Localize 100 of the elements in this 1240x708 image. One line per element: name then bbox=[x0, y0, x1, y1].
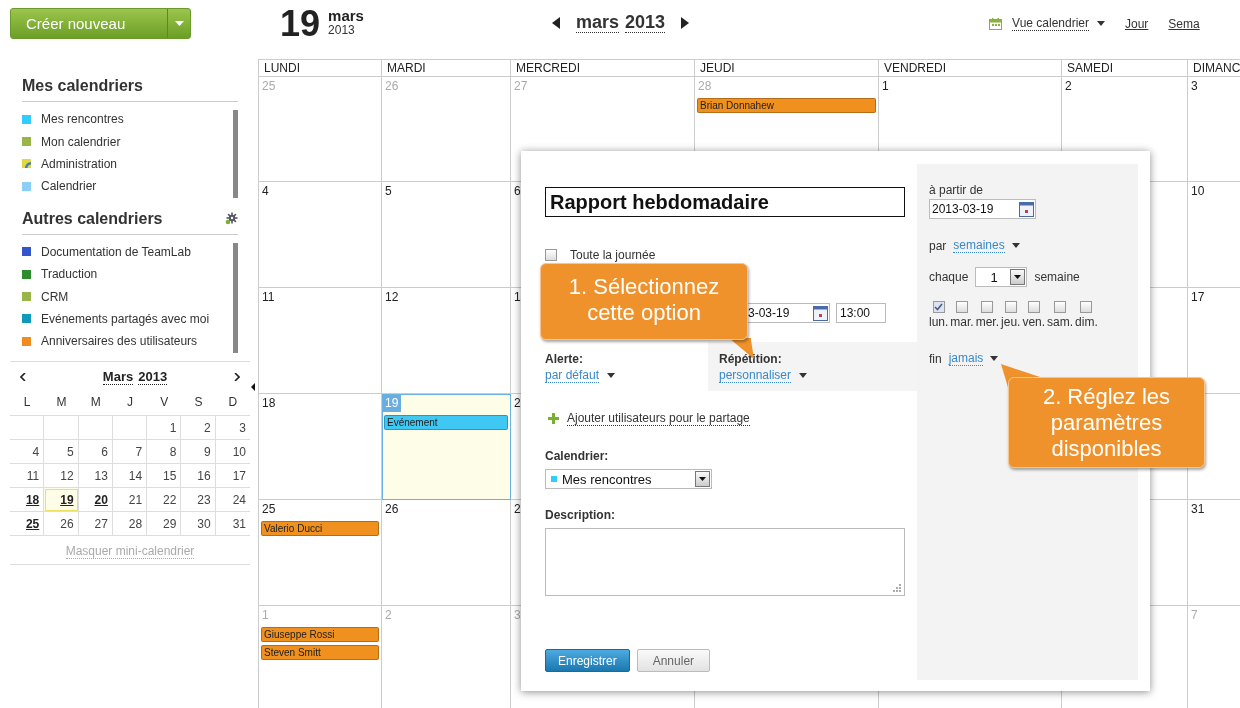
calendar-select[interactable]: Mes rencontres bbox=[545, 469, 712, 489]
day-cell[interactable]: 8 bbox=[147, 439, 182, 464]
settings-icon[interactable] bbox=[225, 212, 238, 226]
day-cell[interactable]: 19 Evénement bbox=[382, 394, 511, 500]
caret-icon[interactable] bbox=[607, 373, 616, 378]
interval-select[interactable]: 1 bbox=[975, 267, 1028, 287]
view-menu[interactable]: Vue calendrier bbox=[1012, 16, 1089, 31]
plus-icon[interactable] bbox=[548, 413, 559, 424]
share-link[interactable]: Ajouter utilisateurs pour le partage bbox=[567, 411, 750, 426]
end-dropdown[interactable]: jamais bbox=[948, 351, 984, 366]
calendar-item[interactable]: Documentation de TeamLab bbox=[22, 240, 210, 263]
day-cell[interactable]: 10 bbox=[1188, 182, 1240, 288]
save-button[interactable]: Enregistrer bbox=[545, 649, 630, 672]
checkbox[interactable] bbox=[932, 301, 945, 313]
alert-dropdown[interactable]: par défaut bbox=[545, 368, 600, 383]
day-cell[interactable]: 17 bbox=[215, 463, 250, 488]
time-field[interactable]: 13:00 bbox=[836, 303, 886, 323]
calendar-item[interactable]: Administration bbox=[22, 152, 124, 176]
day-cell[interactable]: 7 bbox=[112, 439, 148, 464]
day-cell[interactable]: 3 bbox=[215, 415, 250, 440]
month-link[interactable]: Mars bbox=[102, 368, 134, 385]
day-cell[interactable]: 20 bbox=[78, 487, 113, 512]
day-cell[interactable]: 1 bbox=[147, 415, 182, 440]
calendar-icon[interactable] bbox=[813, 305, 828, 321]
day-cell[interactable]: 5 bbox=[382, 182, 511, 288]
event-chip[interactable]: Valerio Ducci bbox=[261, 521, 379, 536]
caret-icon[interactable] bbox=[699, 477, 706, 481]
day-cell[interactable]: 21 bbox=[112, 487, 148, 512]
caret-icon[interactable] bbox=[799, 373, 808, 378]
event-chip[interactable]: Brian Donnahew bbox=[697, 98, 876, 113]
description-field[interactable] bbox=[545, 528, 905, 596]
calendar-item[interactable]: CRM bbox=[22, 285, 210, 308]
day-cell[interactable]: 29 bbox=[147, 511, 182, 536]
day-cell[interactable]: 24 bbox=[215, 487, 250, 512]
checkbox[interactable] bbox=[956, 301, 969, 313]
day-cell[interactable]: 25 Valerio Ducci bbox=[259, 500, 382, 606]
calendar-item[interactable]: Traduction bbox=[22, 262, 210, 286]
caret-icon[interactable] bbox=[1097, 21, 1105, 26]
day-cell[interactable]: 23 bbox=[181, 487, 216, 512]
day-cell[interactable]: 26 bbox=[44, 511, 79, 536]
caret-icon[interactable] bbox=[1014, 275, 1022, 279]
month-link[interactable]: mars bbox=[576, 12, 620, 33]
event-chip[interactable]: Steven Smitt bbox=[261, 645, 379, 660]
next-icon[interactable] bbox=[681, 16, 690, 29]
cancel-button[interactable]: Annuler bbox=[636, 649, 711, 672]
scrollbar[interactable] bbox=[233, 110, 238, 198]
day-cell[interactable]: 13 bbox=[78, 463, 113, 488]
day-cell[interactable]: 25 bbox=[10, 511, 45, 536]
day-cell[interactable]: 31 bbox=[1188, 500, 1240, 606]
collapse-icon[interactable] bbox=[251, 383, 255, 391]
day-cell[interactable]: 5 bbox=[44, 439, 79, 464]
checkbox[interactable] bbox=[1027, 301, 1040, 313]
day-cell[interactable]: 22 bbox=[147, 487, 182, 512]
checkbox[interactable] bbox=[981, 301, 994, 313]
next-icon[interactable] bbox=[234, 372, 240, 381]
calendar-item[interactable]: Anniversaires des utilisateurs bbox=[22, 330, 210, 353]
event-chip[interactable]: Giuseppe Rossi bbox=[261, 627, 379, 642]
checkbox[interactable] bbox=[1004, 301, 1017, 313]
repeat-dropdown[interactable]: personnaliser bbox=[719, 368, 792, 383]
checkbox[interactable] bbox=[545, 249, 557, 261]
resize-grip-icon[interactable] bbox=[892, 583, 901, 592]
day-cell[interactable]: 4 bbox=[10, 439, 45, 464]
title-field[interactable]: Rapport hebdomadaire bbox=[545, 187, 905, 217]
year-link[interactable]: 2013 bbox=[138, 368, 168, 385]
caret-icon[interactable] bbox=[990, 356, 999, 361]
day-cell[interactable]: 3 bbox=[1188, 77, 1240, 182]
day-cell[interactable]: 19 bbox=[44, 487, 79, 512]
day-cell[interactable]: 15 bbox=[147, 463, 182, 488]
calendar-item[interactable]: Evénements partagés avec moi bbox=[22, 307, 210, 331]
year-link[interactable]: 2013 bbox=[625, 12, 666, 33]
day-cell[interactable]: 14 bbox=[112, 463, 148, 488]
scrollbar[interactable] bbox=[233, 242, 238, 353]
view-link[interactable]: Sema bbox=[1168, 16, 1200, 31]
day-cell[interactable]: 1 Giuseppe Rossi Steven Smitt bbox=[259, 606, 382, 708]
day-cell[interactable]: 26 bbox=[382, 500, 511, 606]
day-cell[interactable]: 28 bbox=[112, 511, 148, 536]
calendar-item[interactable]: Mes rencontres bbox=[22, 108, 124, 131]
checkbox[interactable] bbox=[1080, 301, 1093, 313]
day-cell[interactable]: 9 bbox=[181, 439, 216, 464]
calendar-icon[interactable] bbox=[1019, 201, 1034, 217]
day-cell[interactable]: 2 bbox=[181, 415, 216, 440]
day-cell[interactable]: 6 bbox=[78, 439, 113, 464]
day-cell[interactable]: 31 bbox=[215, 511, 250, 536]
day-cell[interactable]: 11 bbox=[10, 463, 45, 488]
from-date-field[interactable]: 2013-03-19 bbox=[929, 199, 1036, 219]
calendar-item[interactable]: Calendrier bbox=[22, 175, 124, 198]
previous-icon[interactable] bbox=[20, 372, 26, 381]
day-cell[interactable]: 30 bbox=[181, 511, 216, 536]
frequency-dropdown[interactable]: semaines bbox=[953, 238, 1005, 253]
day-cell[interactable]: 16 bbox=[181, 463, 216, 488]
previous-icon[interactable] bbox=[552, 16, 560, 29]
checkbox[interactable] bbox=[1054, 301, 1067, 313]
caret-icon[interactable] bbox=[1011, 243, 1020, 248]
calendar-item[interactable]: Mon calendrier bbox=[22, 130, 124, 153]
view-link[interactable]: Jour bbox=[1125, 16, 1149, 31]
day-cell[interactable]: 27 bbox=[78, 511, 113, 536]
day-cell[interactable]: 4 bbox=[259, 182, 382, 288]
event-chip[interactable]: Evénement bbox=[384, 415, 508, 430]
day-cell[interactable]: 10 bbox=[215, 439, 250, 464]
day-cell[interactable]: 12 bbox=[44, 463, 79, 488]
